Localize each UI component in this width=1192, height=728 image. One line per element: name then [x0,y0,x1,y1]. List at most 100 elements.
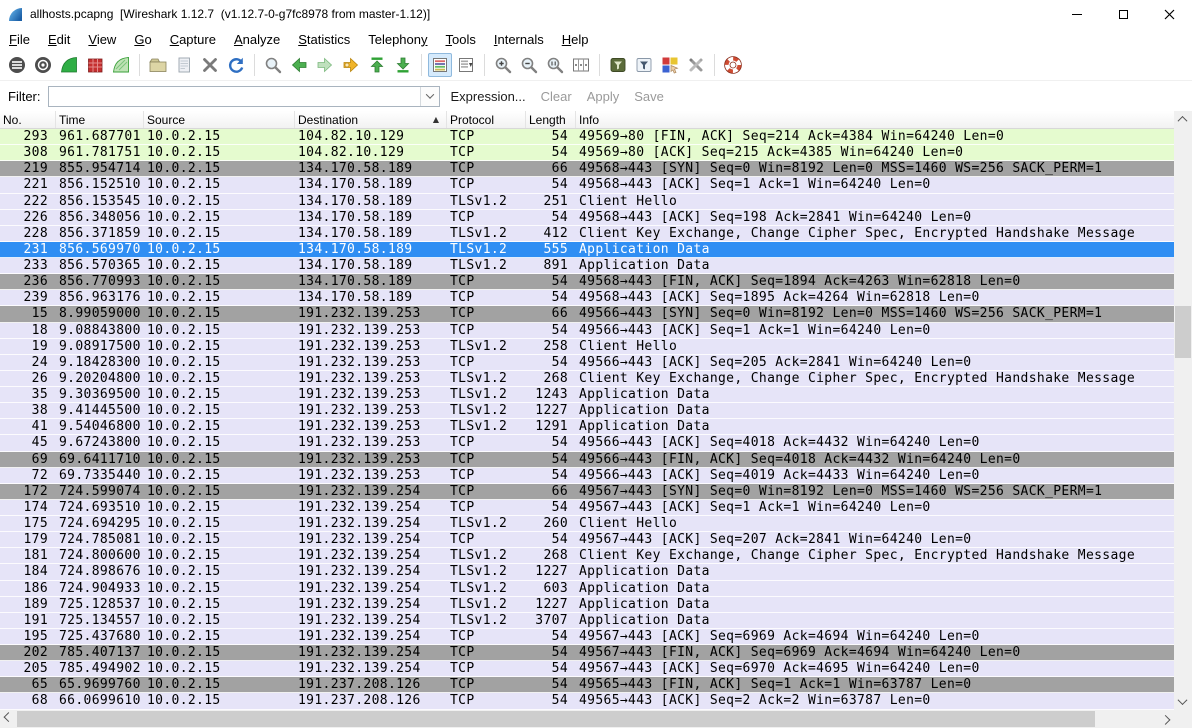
cell-protocol[interactable]: TCP [447,129,526,144]
save-button[interactable]: Save [634,89,664,104]
cell-destination[interactable]: 191.232.139.253 [295,371,447,386]
cell-destination[interactable]: 191.237.208.126 [295,677,447,692]
start-capture-button[interactable] [57,53,81,77]
cell-info[interactable]: 49568→443 [FIN, ACK] Seq=1894 Ack=4263 W… [576,274,1174,289]
resize-columns-button[interactable] [569,53,593,77]
cell-no[interactable]: 236 [0,274,56,289]
cell-length[interactable]: 1227 [526,403,576,418]
cell-destination[interactable]: 134.170.58.189 [295,274,447,289]
cell-length[interactable]: 54 [526,500,576,515]
cell-no[interactable]: 72 [0,468,56,483]
cell-length[interactable]: 260 [526,516,576,531]
packet-row-selected[interactable]: 231856.56997010.0.2.15134.170.58.189TLSv… [0,242,1174,258]
cell-time[interactable]: 724.694295 [56,516,144,531]
cell-no[interactable]: 26 [0,371,56,386]
packet-row[interactable]: 202785.40713710.0.2.15191.232.139.254TCP… [0,645,1174,661]
cell-time[interactable]: 9.30369500 [56,387,144,402]
packet-row[interactable]: 195725.43768010.0.2.15191.232.139.254TCP… [0,629,1174,645]
cell-no[interactable]: 181 [0,548,56,563]
restart-capture-button[interactable] [109,53,133,77]
cell-destination[interactable]: 134.170.58.189 [295,258,447,273]
cell-info[interactable]: 49567→443 [SYN] Seq=0 Win=8192 Len=0 MSS… [576,484,1174,499]
cell-destination[interactable]: 191.232.139.253 [295,419,447,434]
cell-no[interactable]: 205 [0,661,56,676]
cell-info[interactable]: 49565→443 [FIN, ACK] Seq=1 Ack=1 Win=637… [576,677,1174,692]
cell-source[interactable]: 10.0.2.15 [144,210,295,225]
cell-protocol[interactable]: TCP [447,306,526,321]
cell-length[interactable]: 54 [526,629,576,644]
cell-protocol[interactable]: TCP [447,210,526,225]
cell-destination[interactable]: 191.232.139.254 [295,548,447,563]
cell-source[interactable]: 10.0.2.15 [144,435,295,450]
cell-protocol[interactable]: TCP [447,435,526,450]
list-interfaces-button[interactable] [5,53,29,77]
cell-time[interactable]: 69.7335440 [56,468,144,483]
cell-destination[interactable]: 191.232.139.254 [295,484,447,499]
cell-source[interactable]: 10.0.2.15 [144,129,295,144]
cell-protocol[interactable]: TLSv1.2 [447,387,526,402]
cell-length[interactable]: 54 [526,693,576,708]
cell-time[interactable]: 725.134557 [56,613,144,628]
cell-info[interactable]: 49568→443 [ACK] Seq=198 Ack=2841 Win=642… [576,210,1174,225]
packet-row[interactable]: 228856.37185910.0.2.15134.170.58.189TLSv… [0,226,1174,242]
cell-protocol[interactable]: TCP [447,161,526,176]
cell-no[interactable]: 179 [0,532,56,547]
cell-destination[interactable]: 191.232.139.254 [295,597,447,612]
cell-length[interactable]: 1243 [526,387,576,402]
cell-protocol[interactable]: TLSv1.2 [447,242,526,257]
cell-no[interactable]: 293 [0,129,56,144]
cell-no[interactable]: 174 [0,500,56,515]
coloring-rules-button[interactable] [658,53,682,77]
zoom-in-button[interactable] [491,53,515,77]
packet-row[interactable]: 359.3036950010.0.2.15191.232.139.253TLSv… [0,387,1174,403]
menu-file[interactable]: File [0,30,39,49]
packet-row[interactable]: 179724.78508110.0.2.15191.232.139.254TCP… [0,532,1174,548]
packet-row[interactable]: 389.4144550010.0.2.15191.232.139.253TLSv… [0,403,1174,419]
cell-protocol[interactable]: TLSv1.2 [447,258,526,273]
cell-destination[interactable]: 191.232.139.254 [295,500,447,515]
cell-no[interactable]: 191 [0,613,56,628]
cell-source[interactable]: 10.0.2.15 [144,306,295,321]
cell-info[interactable]: Client Key Exchange, Change Cipher Spec,… [576,226,1174,241]
cell-source[interactable]: 10.0.2.15 [144,661,295,676]
cell-time[interactable]: 9.20204800 [56,371,144,386]
maximize-button[interactable] [1100,0,1146,28]
packet-row[interactable]: 293961.68770110.0.2.15104.82.10.129TCP54… [0,129,1174,145]
cell-protocol[interactable]: TCP [447,145,526,160]
cell-destination[interactable]: 134.170.58.189 [295,194,447,209]
cell-no[interactable]: 41 [0,419,56,434]
preferences-button[interactable] [684,53,708,77]
cell-source[interactable]: 10.0.2.15 [144,161,295,176]
apply-button[interactable]: Apply [587,89,620,104]
cell-source[interactable]: 10.0.2.15 [144,274,295,289]
cell-source[interactable]: 10.0.2.15 [144,226,295,241]
cell-source[interactable]: 10.0.2.15 [144,597,295,612]
cell-destination[interactable]: 191.232.139.254 [295,564,447,579]
cell-protocol[interactable]: TCP [447,484,526,499]
cell-time[interactable]: 961.781751 [56,145,144,160]
cell-source[interactable]: 10.0.2.15 [144,581,295,596]
cell-destination[interactable]: 191.232.139.254 [295,661,447,676]
cell-info[interactable]: Application Data [576,403,1174,418]
menu-go[interactable]: Go [125,30,160,49]
packet-row[interactable]: 172724.59907410.0.2.15191.232.139.254TCP… [0,484,1174,500]
filter-dropdown-button[interactable] [420,87,439,106]
cell-destination[interactable]: 191.232.139.254 [295,532,447,547]
menu-tools[interactable]: Tools [437,30,485,49]
cell-destination[interactable]: 191.232.139.253 [295,306,447,321]
cell-length[interactable]: 3707 [526,613,576,628]
packet-row[interactable]: 233856.57036510.0.2.15134.170.58.189TLSv… [0,258,1174,274]
cell-source[interactable]: 10.0.2.15 [144,452,295,467]
cell-destination[interactable]: 191.232.139.253 [295,403,447,418]
cell-no[interactable]: 24 [0,355,56,370]
cell-length[interactable]: 54 [526,210,576,225]
cell-time[interactable]: 65.9699760 [56,677,144,692]
column-header-time[interactable]: Time [56,111,144,128]
cell-source[interactable]: 10.0.2.15 [144,613,295,628]
scroll-left-button[interactable] [0,710,17,727]
cell-length[interactable]: 1227 [526,597,576,612]
cell-time[interactable]: 9.41445500 [56,403,144,418]
cell-time[interactable]: 9.18428300 [56,355,144,370]
cell-no[interactable]: 19 [0,339,56,354]
cell-protocol[interactable]: TLSv1.2 [447,564,526,579]
